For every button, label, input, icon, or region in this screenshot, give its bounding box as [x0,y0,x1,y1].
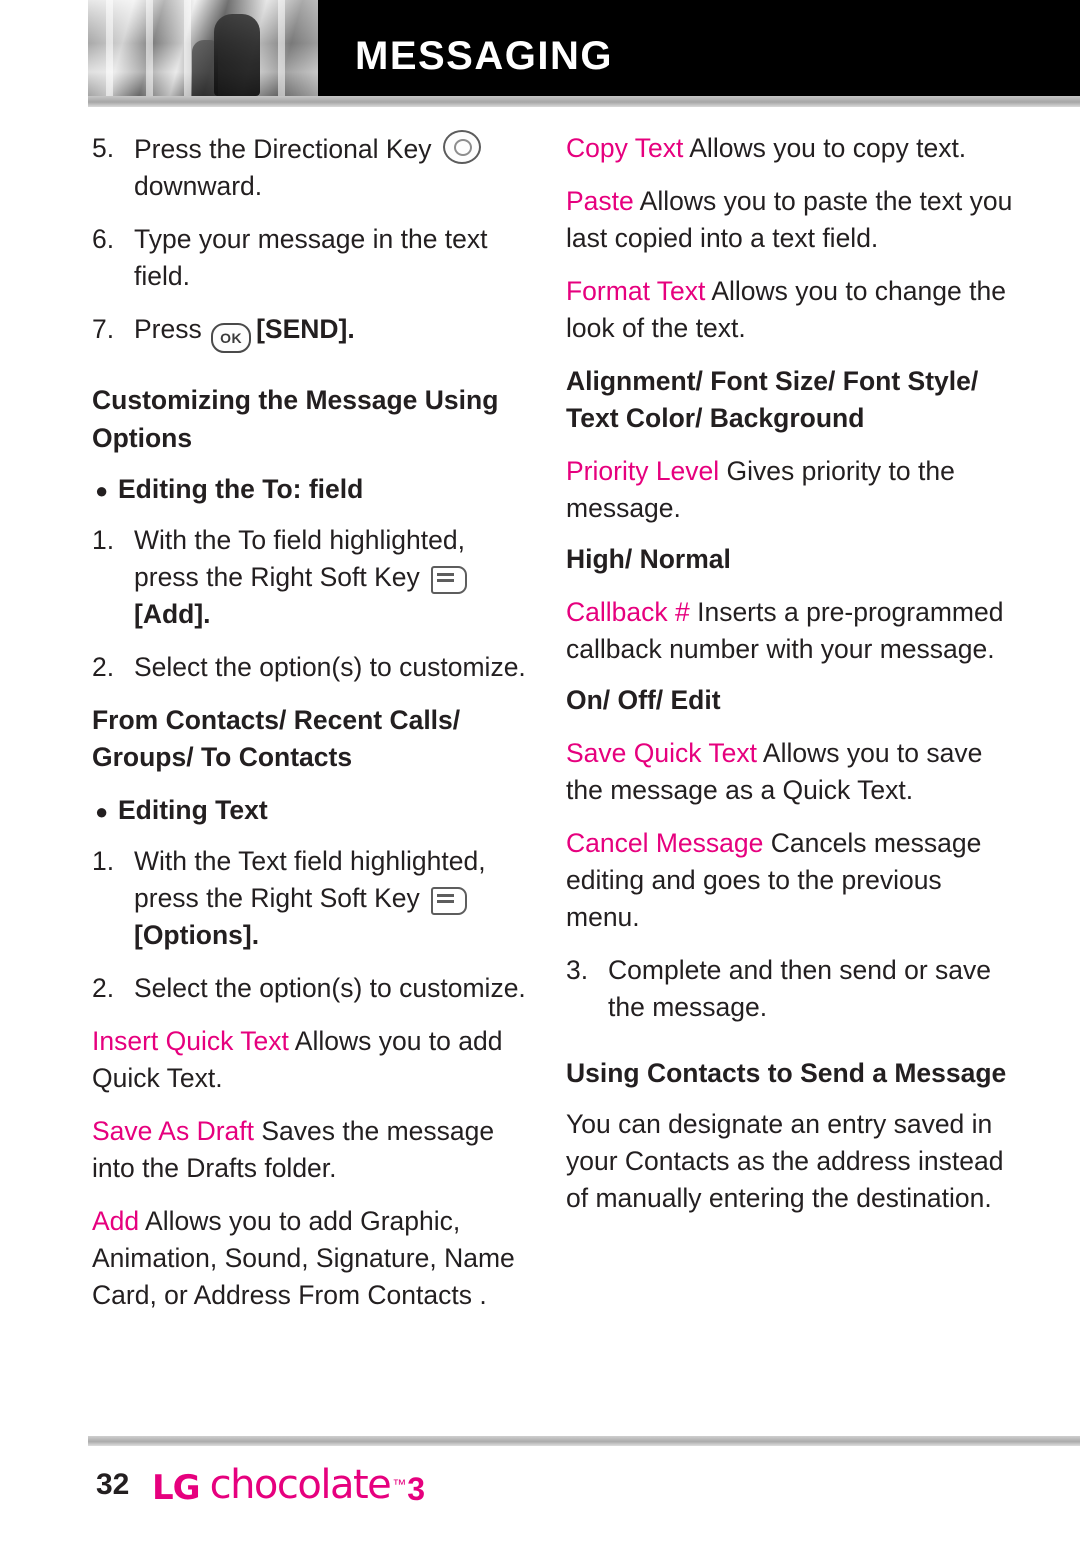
photo-pole-1 [106,0,113,96]
header-divider [88,96,1080,107]
to-field-step-1-number: 1. [92,525,115,555]
option-callback-number-term: Callback # [566,597,690,627]
option-format-text-term: Format Text [566,276,706,306]
step-7-text-a: Press [134,314,210,344]
to-field-step-2: 2. Select the option(s) to customize. [92,649,532,686]
step-6: 6. Type your message in the text field. [92,221,532,295]
option-save-quick-text-term: Save Quick Text [566,738,757,768]
header-photo [88,0,318,96]
photo-pole-3 [184,0,191,96]
option-paste-desc: Allows you to paste the text you last co… [566,186,1013,253]
step-5-text-a: Press the Directional Key [134,134,439,164]
heading-customizing-message: Customizing the Message Using Options [92,385,499,453]
option-insert-quick-text: Insert Quick Text Allows you to add Quic… [92,1023,532,1097]
page-title: MESSAGING [355,34,613,78]
text-field-step-2-text: Select the option(s) to customize. [134,973,526,1003]
suboptions-callback-number: On/ Off/ Edit [566,685,721,715]
bullet-editing-text: ● Editing Text [92,792,532,829]
step-6-number: 6. [92,224,115,254]
step-6-text: Type your message in the text field. [134,224,488,291]
logo-trademark-icon: ™ [392,1476,407,1492]
using-contacts-body: You can designate an entry saved in your… [566,1109,1004,1213]
options-from-contacts: From Contacts/ Recent Calls/ Groups/ To … [92,705,461,772]
bullet-editing-to-field-label: Editing the To: field [118,474,364,504]
right-soft-key-icon [431,564,468,594]
text-field-step-2: 2. Select the option(s) to customize. [92,970,532,1007]
to-field-step-2-text: Select the option(s) to customize. [134,652,526,682]
to-field-step-1-add-label: [Add]. [134,599,211,629]
step-5-text-b: downward. [134,171,263,201]
option-format-text: Format Text Allows you to change the loo… [566,273,1014,347]
suboptions-priority-level: High/ Normal [566,544,731,574]
option-add: Add Allows you to add Graphic, Animation… [92,1203,532,1314]
logo-chocolate-text: chocolate [209,1462,392,1508]
option-copy-text-desc: Allows you to copy text. [683,133,967,163]
option-paste: Paste Allows you to paste the text you l… [566,183,1014,257]
option-add-term: Add [92,1206,140,1236]
option-callback-number: Callback # Inserts a pre-programmed call… [566,594,1014,668]
text-field-step-2-number: 2. [92,973,115,1003]
right-soft-key-icon [431,885,468,915]
to-field-step-1: 1. With the To field highlighted, press t… [92,522,532,633]
photo-pole-4 [278,0,285,96]
text-field-step-1-options-label: [Options]. [134,920,260,950]
bullet-dot-icon: ● [95,799,109,824]
option-cancel-message-term: Cancel Message [566,828,764,858]
heading-using-contacts: Using Contacts to Send a Message [566,1058,1007,1088]
directional-key-icon [442,130,481,164]
photo-figure-main [214,14,260,96]
logo-lg-text: LG [152,1468,201,1508]
option-paste-term: Paste [566,186,634,216]
bullet-editing-to-field: ● Editing the To: field [92,471,532,508]
bullet-editing-text-label: Editing Text [118,795,268,825]
step-7: 7. Press OK [SEND]. [92,311,532,353]
footer-divider [88,1436,1080,1446]
ok-key-icon: OK [211,323,252,353]
to-field-step-1-text: With the To field highlighted, press the… [134,525,465,592]
photo-pole-2 [146,0,153,96]
to-field-step-2-number: 2. [92,652,115,682]
right-column: Copy Text Allows you to copy text. Paste… [566,130,1014,1233]
step-7-send-label: [SEND]. [256,314,355,344]
page-header: MESSAGING [0,0,1080,96]
page-number: 32 [96,1468,130,1501]
option-save-quick-text: Save Quick Text Allows you to save the m… [566,735,1014,809]
option-priority-level: Priority Level Gives priority to the mes… [566,453,1014,527]
step-7-number: 7. [92,314,115,344]
option-copy-text-term: Copy Text [566,133,684,163]
option-save-as-draft: Save As Draft Saves the message into the… [92,1113,532,1187]
option-insert-quick-text-term: Insert Quick Text [92,1026,289,1056]
bullet-dot-icon: ● [95,478,109,503]
option-copy-text: Copy Text Allows you to copy text. [566,130,1014,167]
step-5: 5. Press the Directional Key downward. [92,130,532,205]
option-save-as-draft-term: Save As Draft [92,1116,255,1146]
option-priority-level-term: Priority Level [566,456,720,486]
option-cancel-message: Cancel Message Cancels message editing a… [566,825,1014,936]
text-field-step-1-number: 1. [92,846,115,876]
suboptions-format-text: Alignment/ Font Size/ Font Style/ Text C… [566,366,979,433]
step-3-number: 3. [566,955,589,985]
step-5-number: 5. [92,133,115,163]
left-column: 5. Press the Directional Key downward. 6.… [92,130,532,1330]
step-3-text: Complete and then send or save the messa… [608,955,992,1022]
option-add-desc: Allows you to add Graphic, Animation, So… [92,1206,515,1310]
logo-version-text: 3 [407,1471,426,1507]
text-field-step-1: 1. With the Text field highlighted, press… [92,843,532,954]
brand-logo: LG chocolate ™ 3 [152,1462,426,1508]
step-3: 3. Complete and then send or save the mes… [566,952,1014,1026]
